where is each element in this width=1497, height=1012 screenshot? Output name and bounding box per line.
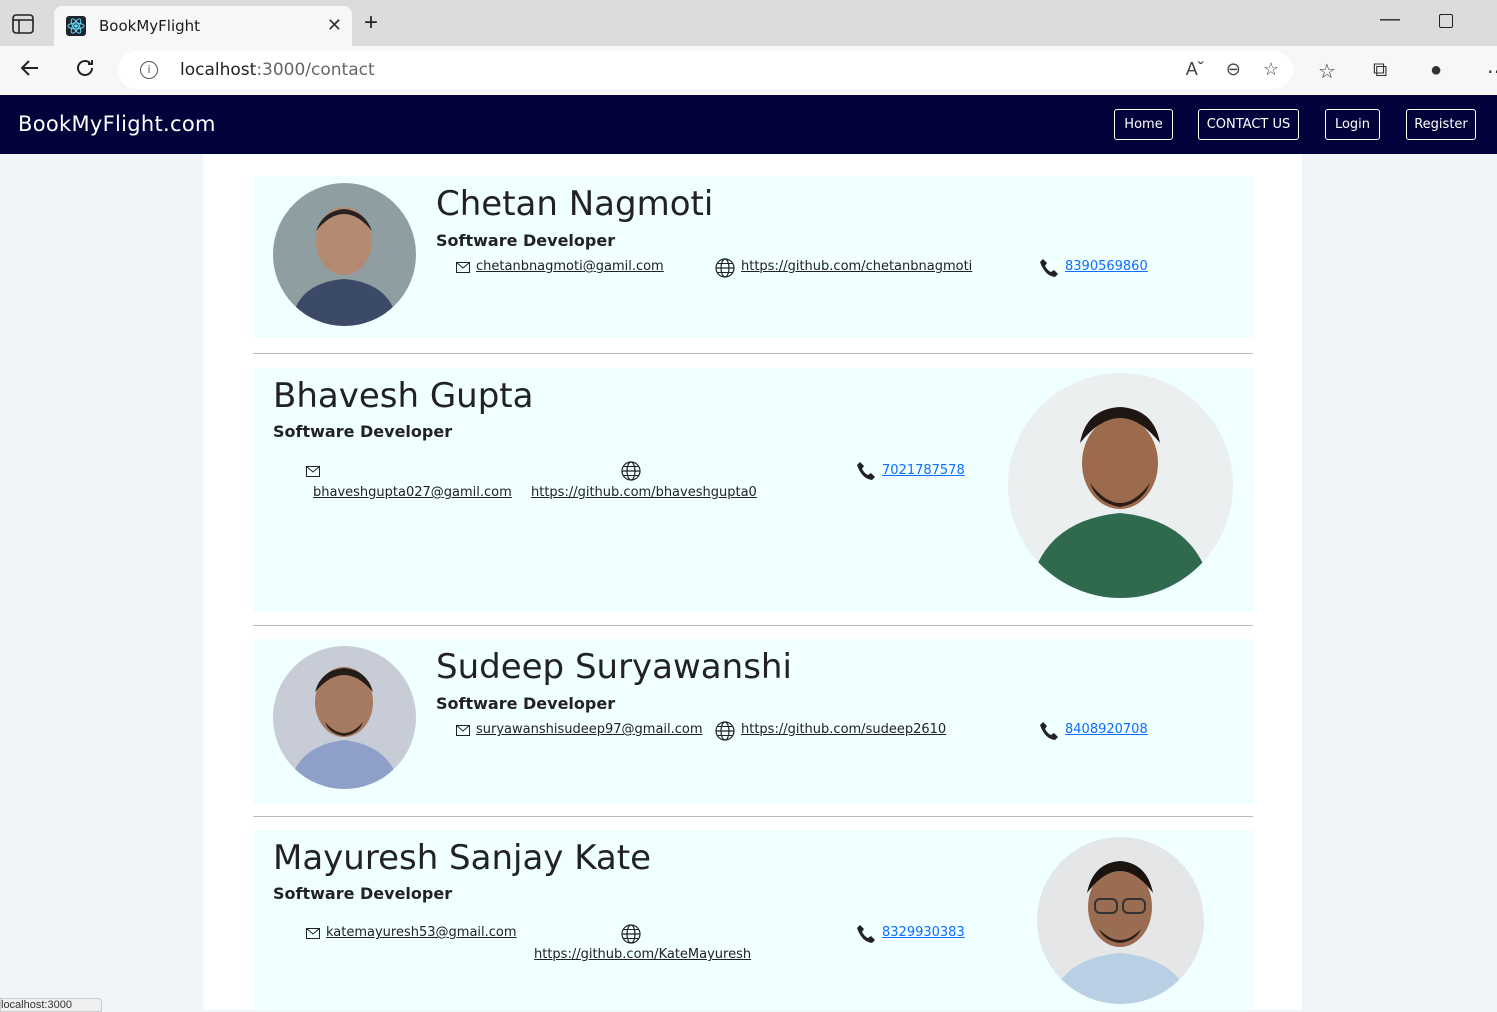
phone-icon — [857, 462, 875, 480]
url-path: :3000/contact — [256, 60, 375, 80]
contact-card: Bhavesh Gupta Software Developer bhavesh… — [253, 368, 1253, 612]
collections-icon[interactable]: ⧉ — [1373, 59, 1387, 82]
url-text[interactable]: localhost:3000/contact — [180, 60, 375, 80]
email-link[interactable]: katemayuresh53@gmail.com — [326, 925, 517, 940]
nav-login-button[interactable]: Login — [1325, 109, 1380, 140]
email-icon — [456, 725, 470, 736]
phone-link[interactable]: 7021787578 — [882, 463, 965, 478]
contact-name: Mayuresh Sanjay Kate — [273, 838, 652, 878]
contact-name: Chetan Nagmoti — [436, 184, 714, 224]
avatar — [273, 646, 416, 789]
zoom-out-icon[interactable]: ⊖ — [1226, 59, 1241, 80]
github-link[interactable]: https://github.com/KateMayuresh — [534, 947, 751, 962]
email-icon — [456, 262, 470, 273]
contact-name: Bhavesh Gupta — [273, 376, 534, 416]
github-link[interactable]: https://github.com/bhaveshgupta0 — [531, 485, 757, 500]
avatar — [273, 183, 416, 326]
close-tab-icon[interactable]: ✕ — [327, 15, 342, 36]
contact-role: Software Developer — [436, 231, 616, 250]
nav-contact-button[interactable]: CONTACT US — [1198, 109, 1299, 140]
contact-role: Software Developer — [436, 694, 616, 713]
github-link[interactable]: https://github.com/sudeep2610 — [741, 722, 946, 737]
contact-card: Chetan Nagmoti Software Developer chetan… — [253, 176, 1253, 338]
phone-icon — [1040, 259, 1058, 277]
phone-icon — [1040, 722, 1058, 740]
browser-toolbar: i localhost:3000/contact Aˇ ⊖ ☆ ☆ ⧉ ● ⋯ — [0, 46, 1497, 96]
email-icon — [306, 928, 320, 939]
react-favicon-icon — [66, 16, 86, 36]
phone-link[interactable]: 8408920708 — [1065, 722, 1148, 737]
divider — [253, 625, 1253, 626]
contact-role: Software Developer — [273, 884, 453, 903]
globe-icon — [715, 721, 735, 741]
read-aloud-icon[interactable]: Aˇ — [1186, 59, 1204, 80]
email-link[interactable]: chetanbnagmoti@gamil.com — [476, 259, 664, 274]
divider — [253, 816, 1253, 817]
phone-link[interactable]: 8390569860 — [1065, 259, 1148, 274]
globe-icon — [621, 924, 641, 944]
phone-link[interactable]: 8329930383 — [882, 925, 965, 940]
browser-tab-bar: BookMyFlight ✕ + — — [0, 0, 1497, 46]
github-link[interactable]: https://github.com/chetanbnagmoti — [741, 259, 972, 274]
contact-role: Software Developer — [273, 422, 453, 441]
brand-logo-text[interactable]: BookMyFlight.com — [18, 112, 216, 136]
contact-card: Mayuresh Sanjay Kate Software Developer … — [253, 830, 1253, 1010]
phone-icon — [857, 925, 875, 943]
avatar — [1008, 373, 1233, 598]
tab-title: BookMyFlight — [99, 17, 201, 35]
maximize-icon[interactable] — [1439, 14, 1453, 28]
minimize-icon[interactable]: — — [1380, 8, 1400, 31]
contact-name: Sudeep Suryawanshi — [436, 647, 792, 687]
contact-page-container: Chetan Nagmoti Software Developer chetan… — [203, 154, 1302, 1010]
person-photo-icon — [273, 183, 416, 326]
avatar — [1037, 837, 1204, 1004]
globe-icon — [715, 258, 735, 278]
tab-actions-icon[interactable] — [12, 14, 34, 34]
app-navbar: BookMyFlight.com Home CONTACT US Login R… — [0, 95, 1497, 154]
reload-icon[interactable] — [73, 56, 97, 80]
profile-icon[interactable]: ● — [1430, 59, 1442, 82]
nav-register-button[interactable]: Register — [1406, 109, 1476, 140]
email-link[interactable]: bhaveshgupta027@gamil.com — [313, 485, 512, 500]
site-info-icon[interactable]: i — [140, 61, 158, 79]
person-photo-icon — [1008, 373, 1233, 598]
contact-card: Sudeep Suryawanshi Software Developer su… — [253, 639, 1253, 804]
globe-icon — [621, 461, 641, 481]
new-tab-button[interactable]: + — [364, 11, 378, 35]
url-host: localhost — [180, 60, 257, 80]
more-menu-icon[interactable]: ⋯ — [1487, 59, 1497, 84]
favorites-icon[interactable]: ☆ — [1318, 59, 1336, 84]
browser-tab[interactable]: BookMyFlight ✕ — [54, 6, 352, 46]
back-arrow-icon[interactable] — [18, 56, 42, 80]
address-bar[interactable]: i localhost:3000/contact Aˇ ⊖ ☆ — [118, 51, 1293, 89]
person-photo-icon — [1037, 837, 1204, 1004]
add-favorite-icon[interactable]: ☆ — [1263, 59, 1279, 80]
divider — [253, 353, 1253, 354]
person-photo-icon — [273, 646, 416, 789]
nav-home-button[interactable]: Home — [1114, 109, 1173, 140]
email-icon — [306, 466, 320, 477]
email-link[interactable]: suryawanshisudeep97@gmail.com — [476, 722, 703, 737]
